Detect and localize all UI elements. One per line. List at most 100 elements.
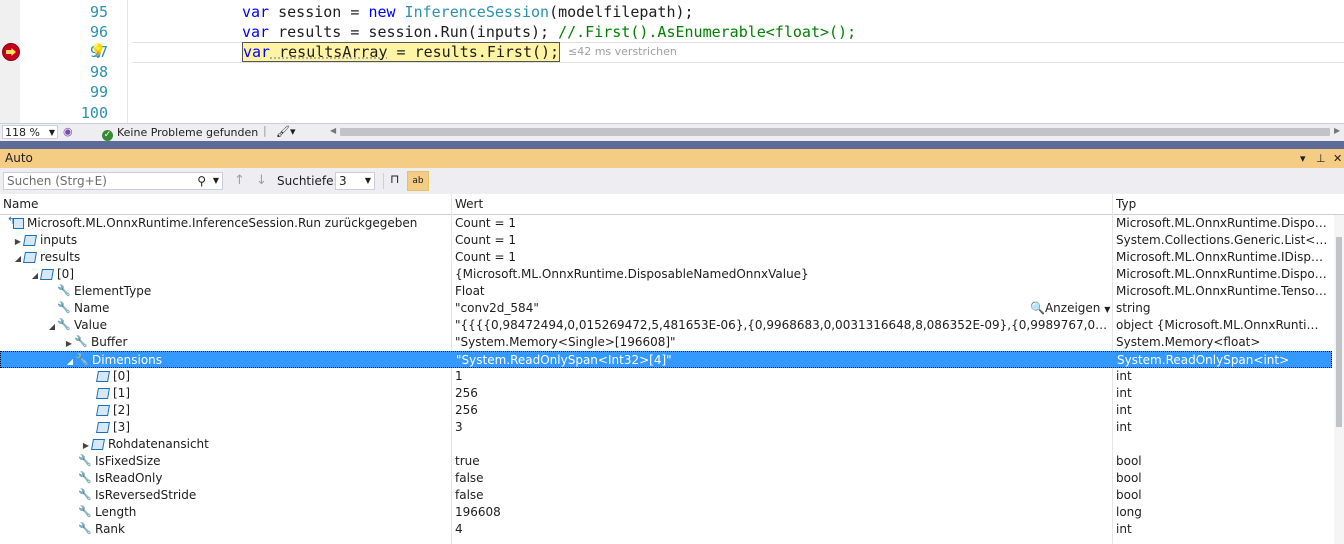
row-value[interactable]: "{{{{0,98472494,0,015269472,5,481653E-06… [455,317,1109,334]
code-line-97[interactable]: var resultsArray = results.First(); [242,42,561,62]
code-text: = results.First(); [387,43,560,61]
table-row[interactable]: ◢ results Count = 1 Microsoft.ML.OnnxRuntim… [0,249,1332,266]
row-value[interactable]: false [455,470,1109,487]
search-depth-value: 3 [339,174,347,188]
search-previous-icon[interactable]: ↑ [234,173,245,188]
table-row[interactable]: IsReversedStride false bool [0,487,1332,504]
row-value[interactable]: "System.ReadOnlySpan<Int32>[4]" [456,352,1110,369]
row-type: int [1116,386,1132,400]
row-type: int [1116,522,1132,536]
collapse-icon[interactable]: ◢ [13,250,23,267]
hex-display-toggle[interactable]: ab [407,171,429,191]
row-value[interactable]: Float [455,283,1109,300]
row-value[interactable]: Count = 1 [455,249,1109,266]
keyword: var [242,3,270,21]
expand-icon[interactable]: ▶ [81,437,91,454]
row-value[interactable]: 196608 [455,504,1109,521]
table-row[interactable]: IsFixedSize true bool [0,453,1332,470]
table-row[interactable]: ▶ Buffer "System.Memory<Single>[196608]" Sy… [0,334,1332,351]
row-type: System.Memory<float> [1116,335,1261,349]
row-value[interactable]: Count = 1 [455,232,1109,249]
chevron-down-icon[interactable]: ▼ [213,173,219,189]
row-value[interactable]: "System.Memory<Single>[196608]" [455,334,1109,351]
code-line-95[interactable]: var session = new InferenceSession(model… [242,2,694,22]
pin-icon[interactable]: ⊥ [1316,149,1326,168]
collapse-icon[interactable]: ◢ [47,318,57,335]
auto-window-toolbar: Suchen (Strg+E) ⚲ ▼ ↑ ↓ Suchtiefe: 3 ▼ ⊓ ab [0,168,1344,194]
collapse-icon[interactable]: ◢ [30,267,40,284]
search-depth-dropdown[interactable]: 3 ▼ [335,172,375,190]
column-header-name[interactable]: Name [0,194,452,214]
search-input[interactable]: Suchen (Strg+E) ⚲ ▼ [3,172,223,190]
variables-grid[interactable]: Name Wert Typ Microsoft.ML.OnnxRuntime.I… [0,194,1344,544]
code-text: (modelfilepath); [549,3,694,21]
code-cleanup-icon[interactable]: 🖌▾ [276,125,296,138]
table-row[interactable]: ElementType Float Microsoft.ML.OnnxRuntime… [0,283,1332,300]
table-row[interactable]: ▶ inputs Count = 1 System.Collections.Gener… [0,232,1332,249]
row-value[interactable]: 1 [455,368,1109,385]
row-value[interactable]: 256 [455,385,1109,402]
table-row[interactable]: ◢ [0] {Microsoft.ML.OnnxRuntime.Disposable… [0,266,1332,283]
row-value[interactable]: "conv2d_584" [455,300,1109,317]
table-row[interactable]: Name "conv2d_584"🔍Anzeigen ▼ string [0,300,1332,317]
scrollbar-thumb[interactable] [1336,237,1342,427]
table-row[interactable]: [0] 1 int [0,368,1332,385]
vertical-scrollbar[interactable] [1334,215,1344,544]
zoom-dropdown[interactable]: 118 % ▼ [2,125,58,139]
table-row[interactable]: ▶ Rohdatenansicht [0,436,1332,453]
copilot-icon[interactable]: ◉ [63,125,73,138]
row-value[interactable]: 4 [455,521,1109,538]
code-text: resultsArray [270,43,388,61]
row-value[interactable]: Count = 1 [455,215,1109,232]
column-header-value[interactable]: Wert [452,194,1113,214]
scroll-left-icon[interactable]: ◀ [330,126,336,135]
expand-icon[interactable]: ▶ [64,335,74,352]
lightbulb-icon[interactable]: 💡 [90,44,106,59]
table-row[interactable]: Length 196608 long [0,504,1332,521]
row-name: IsFixedSize [95,454,161,468]
code-line-96[interactable]: var results = session.Run(inputs); //.Fi… [242,22,856,42]
property-wrench-icon [78,521,92,537]
breakpoint-margin[interactable] [0,0,20,123]
scroll-right-icon[interactable]: ▶ [1334,126,1340,135]
table-row[interactable]: ◢ Value "{{{{0,98472494,0,015269472,5,4816… [0,317,1332,334]
breakpoint-current-statement-icon[interactable] [2,43,20,61]
search-next-icon[interactable]: ↓ [256,173,267,188]
row-type: bool [1116,488,1142,502]
visualizer-label: Anzeigen [1044,301,1101,315]
table-row[interactable]: Rank 4 int [0,521,1332,538]
row-value[interactable]: true [455,453,1109,470]
keyword: new [368,3,396,21]
horizontal-scrollbar[interactable] [340,128,1330,136]
search-icon[interactable]: ⚲ [197,173,206,189]
row-value[interactable]: 256 [455,402,1109,419]
column-header-type[interactable]: Typ [1113,194,1334,214]
row-name: [0] [113,369,130,383]
text-visualizer-button[interactable]: 🔍Anzeigen ▼ [1030,300,1110,318]
search-placeholder: Suchen (Strg+E) [7,174,107,188]
row-type: object {Microsoft.ML.OnnxRuntime.Te... [1116,318,1330,332]
row-name: [0] [57,267,74,281]
table-row[interactable]: IsReadOnly false bool [0,470,1332,487]
dropdown-icon[interactable]: ▾ [1300,149,1306,168]
pin-to-source-icon[interactable]: ⊓ [390,172,399,186]
table-row[interactable]: [2] 256 int [0,402,1332,419]
row-value[interactable]: {Microsoft.ML.OnnxRuntime.DisposableName… [455,266,1109,283]
row-type: string [1116,301,1151,315]
table-row[interactable]: Microsoft.ML.OnnxRuntime.InferenceSessio… [0,215,1332,232]
expand-icon[interactable]: ▶ [13,233,23,250]
code-text: results = session.Run(inputs); [269,23,559,41]
row-name: ElementType [74,284,152,298]
table-row[interactable]: [3] 3 int [0,419,1332,436]
table-row[interactable]: [1] 256 int [0,385,1332,402]
close-icon[interactable]: ✕ [1333,149,1342,168]
row-value[interactable]: false [455,487,1109,504]
table-row-selected[interactable]: ◢Dimensions"System.ReadOnlySpan<Int32>[4… [0,351,1332,368]
panel-splitter[interactable] [0,141,1344,149]
row-name: IsReversedStride [95,488,197,502]
row-name: Microsoft.ML.OnnxRuntime.InferenceSessio… [27,216,418,230]
no-problems-indicator[interactable]: ✓ Keine Probleme gefunden [102,126,258,141]
auto-window-title-bar[interactable]: Auto ▾ ⊥ ✕ [0,149,1344,168]
row-value[interactable]: 3 [455,419,1109,436]
code-editor[interactable]: 95 96 97 98 99 100 💡 var session = new I… [0,0,1344,123]
